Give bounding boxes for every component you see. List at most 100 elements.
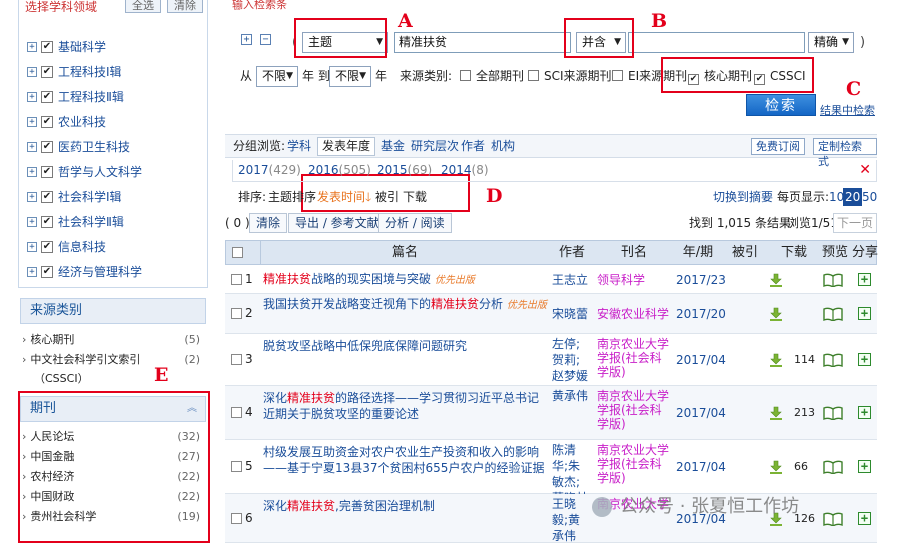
expand-icon[interactable]: + [27, 116, 37, 127]
group-tab-author[interactable]: 作者 [461, 135, 485, 157]
article-title-link[interactable]: 我国扶贫开发战略变迁视角下的精准扶贫分析 优先出版 [263, 296, 547, 314]
year-facet-2016[interactable]: 2016(505) [308, 160, 371, 180]
checkbox[interactable] [612, 70, 623, 81]
row-checkbox[interactable] [231, 407, 242, 418]
author-link[interactable]: 王志立 [552, 272, 592, 288]
collapse-icon[interactable]: ︽ [187, 397, 197, 421]
year-facet-2017[interactable]: 2017(429) [238, 160, 301, 180]
journal-link[interactable]: 南京农业大学学报(社会科学版) [597, 443, 671, 485]
remove-condition-icon[interactable]: − [260, 34, 271, 45]
row-checkbox[interactable] [231, 354, 242, 365]
group-tab-institution[interactable]: 机构 [491, 135, 515, 157]
select-all-button[interactable]: 全选 [125, 0, 161, 13]
row-checkbox[interactable] [231, 308, 242, 319]
header-author[interactable]: 作者 [550, 241, 594, 264]
expand-icon[interactable]: + [27, 216, 37, 227]
export-references-button[interactable]: 导出 / 参考文献 [288, 213, 386, 233]
custom-query-button[interactable]: 定制检索式 [813, 138, 877, 168]
checkbox-checked[interactable]: ✔ [41, 65, 53, 78]
source-item-cssci[interactable]: › 中文社会科学引文索引 (2) [22, 350, 206, 370]
add-condition-icon[interactable]: + [241, 34, 252, 45]
author-link[interactable]: 黄承伟 [552, 388, 592, 404]
expand-icon[interactable]: + [27, 66, 37, 77]
article-title-link[interactable]: 村级发展互助资金对农户农业生产投资和收入的影响——基于宁夏13县37个贫困村65… [263, 444, 547, 476]
select-all-checkbox[interactable] [232, 247, 243, 258]
year-facet-2015[interactable]: 2015(69) [377, 160, 432, 180]
download-icon[interactable] [769, 307, 783, 321]
field-select[interactable]: 主题 ▼ [302, 32, 388, 53]
row-checkbox[interactable] [231, 461, 242, 472]
category-item[interactable]: + ✔ 基础科学 [19, 34, 209, 59]
checkbox-checked[interactable]: ✔ [41, 115, 53, 128]
header-source[interactable]: 刊名 [594, 241, 674, 264]
expand-icon[interactable]: + [27, 241, 37, 252]
source-panel-title[interactable]: 来源类别 [20, 298, 206, 324]
category-item[interactable]: + ✔ 社会科学Ⅰ辑 [19, 184, 209, 209]
group-tab-level[interactable]: 研究层次 [411, 135, 459, 157]
category-item[interactable]: + ✔ 经济与管理科学 [19, 259, 209, 284]
header-cited[interactable]: 被引 [722, 241, 768, 264]
category-item[interactable]: + ✔ 工程科技Ⅱ辑 [19, 84, 209, 109]
search-button[interactable]: 检索 [746, 94, 816, 116]
category-item[interactable]: + ✔ 哲学与人文科学 [19, 159, 209, 184]
switch-to-abstract-link[interactable]: 切换到摘要 [713, 187, 773, 207]
checkbox-checked[interactable]: ✔ [41, 140, 53, 153]
source-option-all[interactable]: 全部期刊 [460, 66, 524, 87]
checkbox-checked[interactable]: ✔ [41, 190, 53, 203]
download-icon[interactable] [769, 353, 783, 367]
checkbox-checked[interactable]: ✔ [41, 215, 53, 228]
per-page-10[interactable]: 10 [829, 187, 844, 207]
article-title-link[interactable]: 脱贫攻坚战略中低保兜底保障问题研究 [263, 338, 547, 354]
download-icon[interactable] [769, 460, 783, 474]
journal-link[interactable]: 领导科学 [597, 273, 671, 287]
checkbox-checked[interactable]: ✔ [41, 240, 53, 253]
preview-book-icon[interactable] [823, 460, 843, 475]
category-item[interactable]: + ✔ 信息科技 [19, 234, 209, 259]
sort-downloads[interactable]: 下载 [403, 187, 427, 207]
author-link[interactable]: 左停;贺莉;赵梦媛 [552, 336, 592, 384]
share-plus-icon[interactable]: + [858, 273, 871, 286]
expand-icon[interactable]: + [27, 41, 37, 52]
share-plus-icon[interactable]: + [858, 353, 871, 366]
free-subscribe-button[interactable]: 免费订阅 [751, 138, 805, 155]
year-facet-2014[interactable]: 2014(8) [441, 160, 489, 180]
source-item-core[interactable]: › 核心期刊 (5) [22, 330, 206, 350]
second-keyword-input[interactable] [628, 32, 805, 53]
journal-link[interactable]: 安徽农业科学 [597, 307, 671, 321]
author-link[interactable]: 王晓毅;黄承伟 [552, 496, 592, 543]
download-icon[interactable] [769, 406, 783, 420]
download-icon[interactable] [769, 273, 783, 287]
source-option-core[interactable]: ✔ 核心期刊 [688, 66, 752, 87]
next-page-button[interactable]: 下一页 [833, 213, 877, 233]
group-tab-subject[interactable]: 学科 [287, 135, 311, 157]
author-link[interactable]: 陈清华;朱敏杰;董晓林 [552, 442, 592, 494]
source-option-cssci[interactable]: ✔ CSSCI [754, 66, 806, 87]
journal-item[interactable]: › 人民论坛 (32) [22, 427, 206, 447]
share-plus-icon[interactable]: + [858, 460, 871, 473]
checkbox-checked[interactable]: ✔ [41, 40, 53, 53]
checkbox[interactable] [528, 70, 539, 81]
header-issue[interactable]: 年/期 [674, 241, 722, 264]
preview-book-icon[interactable] [823, 353, 843, 368]
author-link[interactable]: 宋晓蕾 [552, 306, 592, 322]
category-item[interactable]: + ✔ 工程科技Ⅰ辑 [19, 59, 209, 84]
journal-item[interactable]: › 中国财政 (22) [22, 487, 206, 507]
checkbox-checked[interactable]: ✔ [688, 74, 699, 85]
article-title-link[interactable]: 深化精准扶贫的路径选择——学习贯彻习近平总书记近期关于脱贫攻坚的重要论述 [263, 390, 547, 422]
journal-panel-title[interactable]: 期刊 ︽ [20, 396, 206, 422]
article-title-link[interactable]: 精准扶贫战略的现实困境与突破 优先出版 [263, 271, 547, 289]
expand-icon[interactable]: + [27, 266, 37, 277]
source-option-sci[interactable]: SCI来源期刊 [528, 66, 612, 87]
journal-item[interactable]: › 中国金融 (27) [22, 447, 206, 467]
preview-book-icon[interactable] [823, 307, 843, 322]
per-page-20[interactable]: 20 [843, 188, 863, 206]
expand-icon[interactable]: + [27, 91, 37, 102]
year-from-select[interactable]: 不限 ▼ [256, 66, 298, 87]
category-item[interactable]: + ✔ 医药卫生科技 [19, 134, 209, 159]
close-icon[interactable]: ✕ [859, 160, 871, 180]
search-within-results-link[interactable]: 结果中检索 [820, 102, 875, 118]
sort-date[interactable]: 发表时间🡓 [317, 187, 371, 207]
sort-topic[interactable]: 主题排序 [268, 187, 316, 207]
category-item[interactable]: + ✔ 社会科学Ⅱ辑 [19, 209, 209, 234]
share-plus-icon[interactable]: + [858, 406, 871, 419]
